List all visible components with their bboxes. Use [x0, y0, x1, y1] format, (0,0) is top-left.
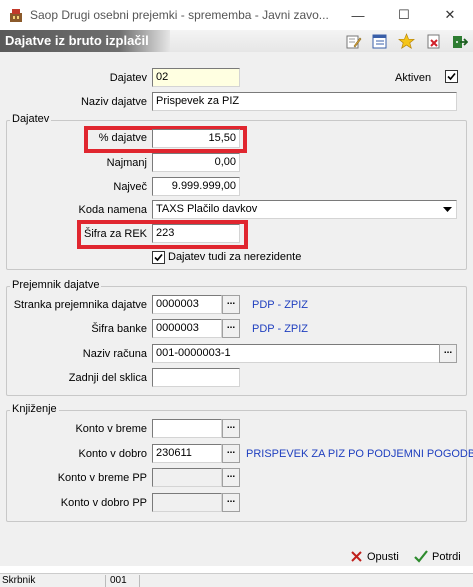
close-window-button[interactable]: ✕: [427, 0, 473, 30]
toolbar: Dajatve iz bruto izplačil: [0, 30, 473, 52]
prejemnik-group-title: Prejemnik dajatve: [10, 279, 102, 291]
konto-dobro-name: PRISPEVEK ZA PIZ PO PODJEMNI POGODBI: [246, 448, 473, 460]
edit-icon[interactable]: [345, 33, 362, 50]
konto-dobro-pp-input[interactable]: [152, 493, 222, 512]
saop-app-icon: [10, 9, 22, 22]
najvec-label: Največ: [113, 181, 147, 193]
konto-dobro-label: Konto v dobro: [78, 448, 148, 460]
konto-dobro-input[interactable]: 230611: [152, 444, 222, 463]
dajatev-label: Dajatev: [109, 72, 147, 84]
sklic-input[interactable]: [152, 368, 240, 387]
toolbar-title: Dajatve iz bruto izplačil: [0, 30, 170, 52]
naziv-dajatve-input[interactable]: Prispevek za PIZ: [152, 92, 457, 111]
banka-lookup-button[interactable]: ...: [222, 319, 240, 338]
delete-icon[interactable]: [425, 33, 442, 50]
stranka-input[interactable]: 0000003: [152, 295, 222, 314]
banka-label: Šifra banke: [91, 323, 147, 335]
najmanj-label: Najmanj: [106, 157, 147, 169]
sifra-rek-input[interactable]: 223: [152, 224, 240, 243]
aktiven-checkbox[interactable]: [445, 70, 458, 83]
stranka-name: PDP - ZPIZ: [252, 299, 309, 311]
cancel-x-icon: [351, 551, 362, 562]
procent-dajatve-label: % dajatve: [98, 132, 147, 144]
konto-breme-input[interactable]: [152, 419, 222, 438]
nerezidente-label: Dajatev tudi za nerezidente: [168, 251, 302, 263]
stranka-lookup-button[interactable]: ...: [222, 295, 240, 314]
knjizenje-group-title: Knjiženje: [10, 403, 59, 415]
konto-breme-lookup-button[interactable]: ...: [222, 419, 240, 438]
koda-namena-select[interactable]: TAXS Plačilo davkov: [152, 200, 457, 219]
opusti-label: Opusti: [367, 550, 399, 563]
naziv-dajatve-label: Naziv dajatve: [80, 96, 147, 108]
konto-dobro-pp-lookup-button[interactable]: ...: [222, 493, 240, 512]
dajatev-input[interactable]: 02: [152, 68, 240, 87]
konto-dobro-lookup-button[interactable]: ...: [222, 444, 240, 463]
konto-breme-pp-input[interactable]: [152, 468, 222, 487]
racun-input[interactable]: 001-0000003-1: [152, 344, 440, 363]
exit-icon[interactable]: [451, 33, 468, 50]
aktiven-label: Aktiven: [395, 72, 432, 84]
window-titlebar: Saop Drugi osebni prejemki - sprememba -…: [0, 0, 473, 30]
opusti-button[interactable]: Opusti: [350, 550, 399, 563]
form-area: Dajatev 02 Aktiven Naziv dajatve Prispev…: [0, 52, 473, 566]
banka-name: PDP - ZPIZ: [252, 323, 309, 335]
konto-breme-pp-label: Konto v breme PP: [57, 472, 147, 484]
checkmark-icon: [447, 72, 456, 81]
sifra-rek-label: Šifra za REK: [84, 228, 147, 240]
chevron-down-icon[interactable]: [439, 201, 456, 218]
koda-namena-label: Koda namena: [78, 204, 148, 216]
status-bar: Skrbnik 001: [0, 573, 473, 587]
potrdi-label: Potrdi: [432, 550, 461, 563]
minimize-button[interactable]: —: [335, 0, 381, 30]
stranka-label: Stranka prejemnika dajatve: [13, 299, 147, 311]
status-code: 001: [108, 575, 140, 587]
window-title: Saop Drugi osebni prejemki - sprememba -…: [30, 8, 329, 22]
konto-dobro-pp-label: Konto v dobro PP: [60, 497, 147, 509]
najmanj-input[interactable]: 0,00: [152, 153, 240, 172]
favorite-star-icon[interactable]: [398, 33, 415, 50]
maximize-button[interactable]: ☐: [381, 0, 427, 30]
racun-label: Naziv računa: [82, 348, 147, 360]
list-icon[interactable]: [371, 33, 388, 50]
racun-lookup-button[interactable]: ...: [439, 344, 457, 363]
status-user: Skrbnik: [0, 575, 106, 587]
banka-input[interactable]: 0000003: [152, 319, 222, 338]
nerezidente-checkbox[interactable]: [152, 251, 165, 264]
najvec-input[interactable]: 9.999.999,00: [152, 177, 240, 196]
dajatev-group-title: Dajatev: [10, 113, 52, 125]
confirm-check-icon: [414, 550, 428, 563]
sklic-label: Zadnji del sklica: [68, 372, 147, 384]
konto-breme-label: Konto v breme: [75, 423, 147, 435]
checkmark-icon: [154, 253, 163, 262]
konto-breme-pp-lookup-button[interactable]: ...: [222, 468, 240, 487]
procent-dajatve-input[interactable]: 15,50: [152, 129, 240, 148]
potrdi-button[interactable]: Potrdi: [414, 550, 461, 563]
